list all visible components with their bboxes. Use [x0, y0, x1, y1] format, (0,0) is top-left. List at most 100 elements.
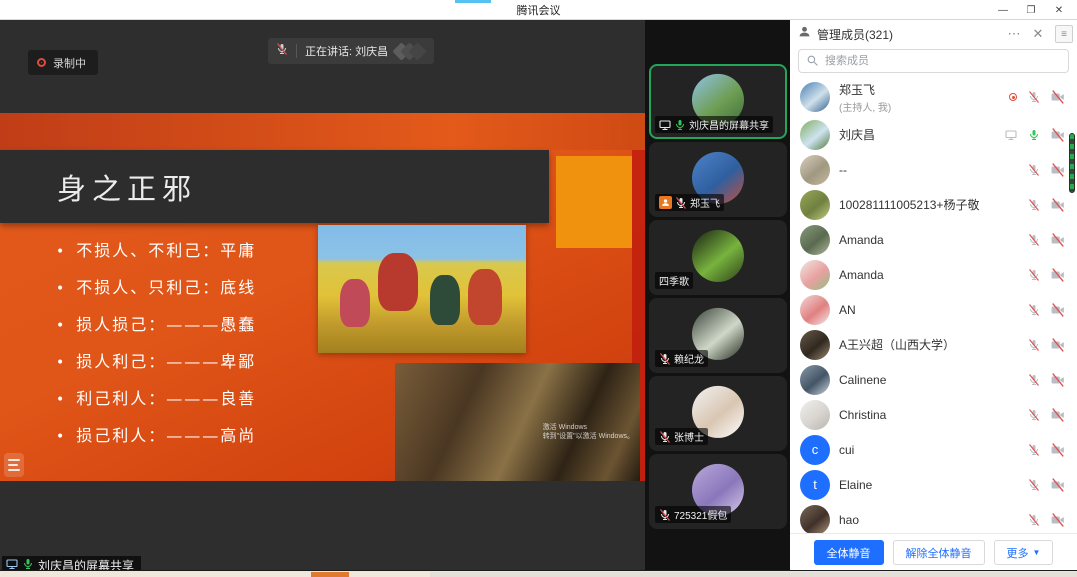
participant-name: 刘庆昌的屏幕共享 [689, 117, 769, 132]
slide-photo-sepia: 激活 Windows 转到"设置"以激活 Windows。 [395, 363, 640, 481]
panel-more-button[interactable]: ⋯ [1005, 26, 1023, 42]
member-row[interactable]: 郑玉飞(主持人, 我) [790, 77, 1077, 117]
video-thumbnail[interactable]: 725321假包 [649, 454, 787, 529]
thumbnail-label: 四季歌 [655, 272, 693, 289]
mic-on-icon [674, 119, 686, 131]
member-avatar [800, 82, 830, 112]
member-status-icons [1028, 338, 1065, 352]
video-thumbnail[interactable]: 四季歌 [649, 220, 787, 295]
member-status-icons [1028, 303, 1065, 317]
member-name: hao [839, 513, 1019, 527]
member-status-icons [1028, 443, 1065, 457]
member-row[interactable]: Calinene [790, 362, 1077, 397]
member-avatar [800, 295, 830, 325]
member-avatar [800, 400, 830, 430]
mic-muted-icon [276, 42, 288, 60]
cam-off-icon [1051, 90, 1065, 104]
mic-muted-icon [1028, 269, 1040, 281]
cam-off-icon [1051, 268, 1065, 282]
member-row[interactable]: 刘庆昌 [790, 117, 1077, 152]
slide-title-block: 身之正邪 [0, 150, 549, 223]
participant-avatar [692, 229, 744, 281]
background-window-edge [0, 570, 1077, 577]
mic-muted-icon [1028, 339, 1040, 351]
window-titlebar[interactable]: 腾讯会议 — ❐ ✕ [0, 0, 1077, 20]
member-row[interactable]: Amanda [790, 257, 1077, 292]
thumbnail-label: 张博士 [655, 428, 708, 445]
maximize-button[interactable]: ❐ [1017, 0, 1045, 20]
titlebar-accent [455, 0, 491, 3]
slide-bullet: 损人损己：———愚蠢 [56, 306, 256, 343]
members-icon [798, 25, 811, 43]
slide-top-band [0, 113, 645, 150]
presentation-slide: 身之正邪 不损人、不利己：平庸不损人、只利己：底线损人损己：———愚蠢损人利己：… [0, 113, 645, 481]
video-thumbnail[interactable]: 郑玉飞 [649, 142, 787, 217]
recording-label: 录制中 [53, 55, 86, 71]
audio-wave-icon [400, 45, 424, 58]
more-dropdown-button[interactable]: 更多▼ [994, 540, 1054, 565]
member-status-icons [1028, 408, 1065, 422]
member-status-icons [1028, 513, 1065, 527]
cam-off-icon [1051, 408, 1065, 422]
member-avatar: c [800, 435, 830, 465]
member-avatar [800, 260, 830, 290]
member-status-icons [1028, 478, 1065, 492]
members-panel: 管理成员(321) ⋯ ✕ ≡ 郑玉飞(主持人, 我) 刘庆昌 -- 10028111… [790, 20, 1077, 571]
minimize-button[interactable]: — [989, 0, 1017, 20]
member-avatar [800, 120, 830, 150]
recording-dot-icon [37, 58, 46, 67]
member-status-icons [1028, 373, 1065, 387]
mic-muted-icon [659, 431, 671, 443]
member-row[interactable]: -- [790, 152, 1077, 187]
participant-name: 张博士 [674, 429, 704, 444]
slide-bullet: 利己利人：———良善 [56, 380, 256, 417]
mic-muted-icon [1028, 234, 1040, 246]
mic-muted-icon [1028, 514, 1040, 526]
member-name: cui [839, 443, 1019, 457]
shared-screen-area: 录制中 正在讲话: 刘庆昌 身之正邪 不损人、不利己：平庸不损人、只利己：底线损… [0, 20, 645, 577]
member-search-input[interactable] [798, 49, 1069, 73]
recording-badge: 录制中 [28, 50, 98, 75]
cam-off-icon [1051, 303, 1065, 317]
close-button[interactable]: ✕ [1045, 0, 1073, 20]
member-name: Calinene [839, 373, 1019, 387]
member-name: -- [839, 163, 1019, 177]
slide-bullet: 不损人、只利己：底线 [56, 269, 256, 306]
mic-muted-icon [1028, 479, 1040, 491]
mic-muted-icon [1028, 91, 1040, 103]
scrollbar-thumb[interactable] [1069, 133, 1075, 193]
slide-accent-square [556, 156, 632, 248]
member-row[interactable]: tElaine [790, 467, 1077, 502]
member-row[interactable]: Christina [790, 397, 1077, 432]
unmute-all-button[interactable]: 解除全体静音 [893, 540, 985, 565]
mic-muted-icon [675, 197, 687, 209]
mic-muted-icon [1028, 374, 1040, 386]
member-name: 刘庆昌 [839, 126, 996, 143]
member-avatar [800, 330, 830, 360]
panel-close-button[interactable]: ✕ [1029, 26, 1047, 42]
slide-bullet-list: 不损人、不利己：平庸不损人、只利己：底线损人损己：———愚蠢损人利己：———卑鄙… [56, 232, 256, 454]
cam-off-icon [1051, 443, 1065, 457]
member-row[interactable]: Amanda [790, 222, 1077, 257]
mute-all-button[interactable]: 全体静音 [814, 540, 884, 565]
member-search [798, 49, 1069, 73]
member-name: Elaine [839, 478, 1019, 492]
app-window: 腾讯会议 — ❐ ✕ 录制中 正在讲话: 刘庆昌 身之正邪 不损人、不利己：平庸… [0, 0, 1077, 577]
slide-photo-children [318, 225, 526, 353]
member-status-icons [1028, 198, 1065, 212]
member-row[interactable]: ccui [790, 432, 1077, 467]
member-row[interactable]: 100281111005213+杨子敬 [790, 187, 1077, 222]
cam-off-icon [1051, 513, 1065, 527]
host-icon [659, 196, 672, 209]
participant-name: 郑玉飞 [690, 195, 720, 210]
member-avatar [800, 190, 830, 220]
members-panel-header: 管理成员(321) ⋯ ✕ ≡ [790, 20, 1077, 46]
slide-list-icon[interactable] [4, 453, 24, 477]
video-thumbnail[interactable]: 张博士 [649, 376, 787, 451]
video-thumbnail[interactable]: 刘庆昌的屏幕共享 [649, 64, 787, 139]
panel-menu-button[interactable]: ≡ [1055, 25, 1073, 43]
member-row[interactable]: A王兴超（山西大学） [790, 327, 1077, 362]
video-thumbnail[interactable]: 赖纪龙 [649, 298, 787, 373]
member-row[interactable]: AN [790, 292, 1077, 327]
member-row[interactable]: hao [790, 502, 1077, 533]
